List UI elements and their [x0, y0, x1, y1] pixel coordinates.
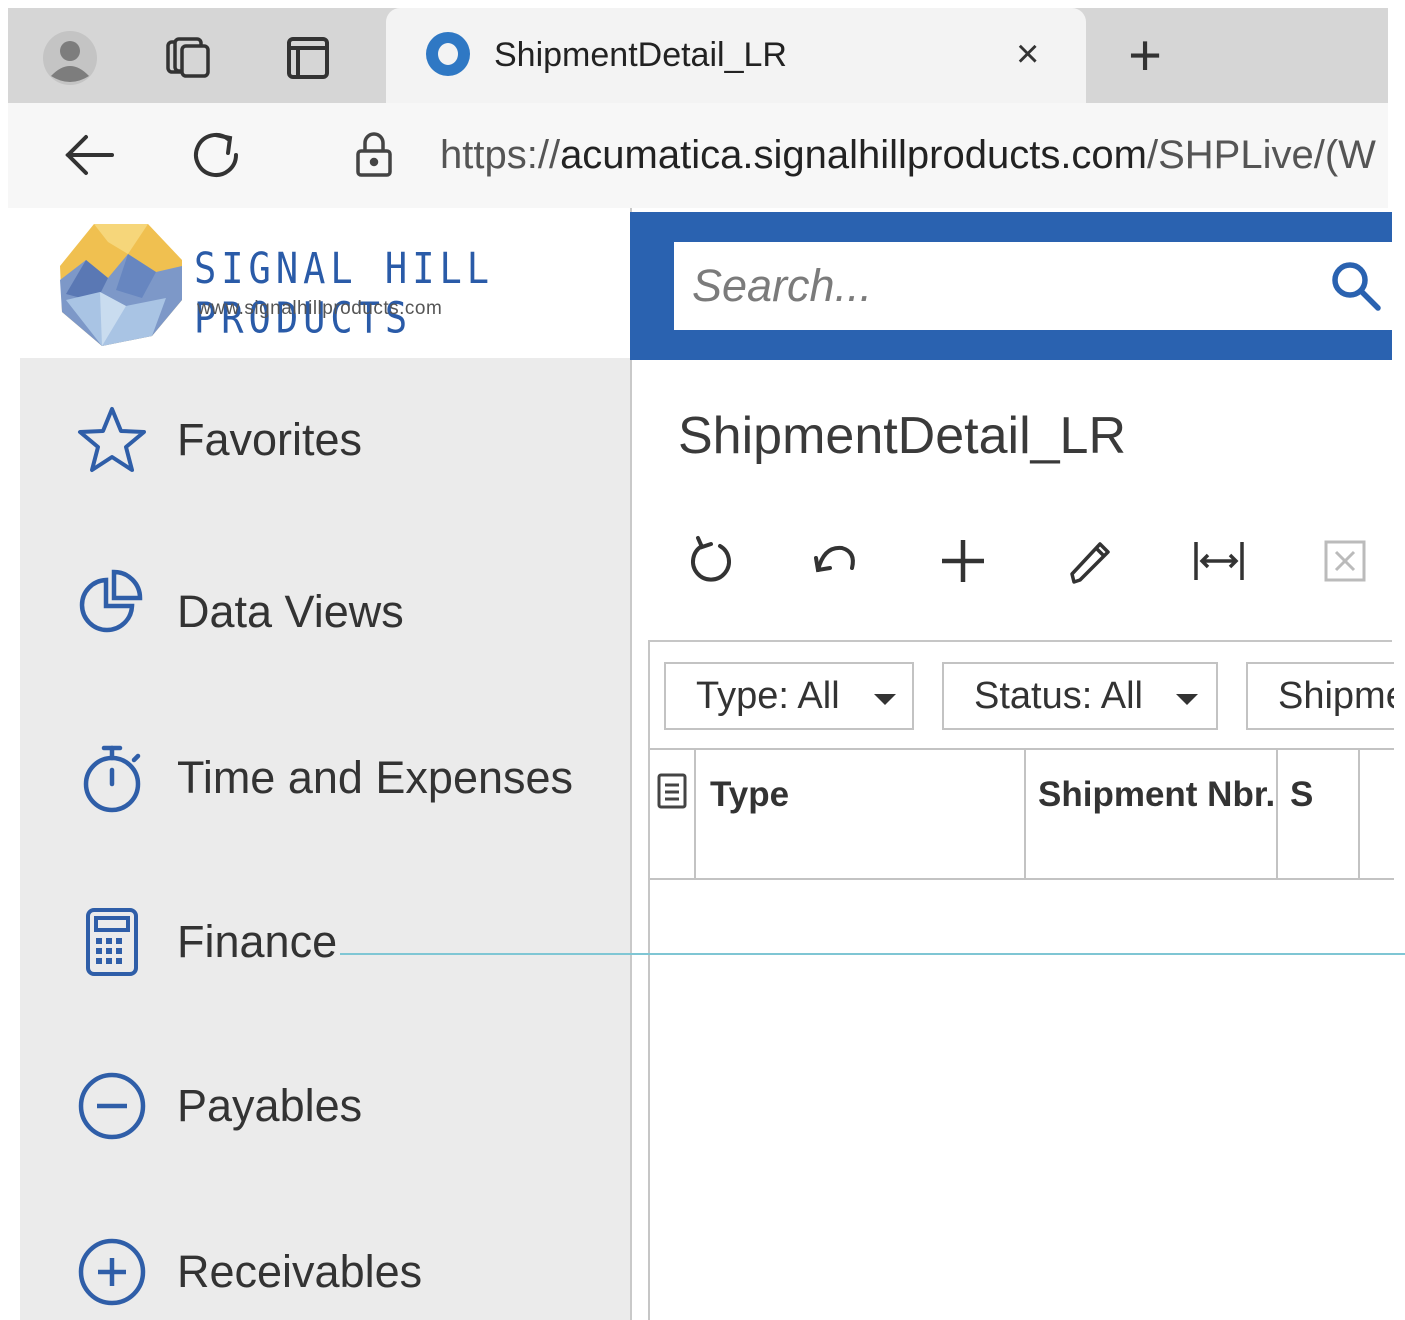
filter-type-dropdown[interactable]: Type: All: [664, 662, 914, 730]
filter-shipment-dropdown[interactable]: Shipme: [1246, 662, 1394, 730]
refresh-icon[interactable]: [680, 530, 742, 592]
chevron-down-icon: [874, 694, 896, 705]
search-box: [674, 242, 1392, 330]
browser-tab-active[interactable]: ShipmentDetail_LR ×: [386, 8, 1086, 103]
column-header-label: S: [1290, 775, 1314, 814]
url-path: /SHPLive/(W: [1147, 133, 1376, 177]
sidebar: SIGNAL HILL PRODUCTS www.signalhillprodu…: [20, 208, 630, 1320]
sidebar-item-finance[interactable]: Finance: [20, 892, 630, 992]
column-header-label: Shipment Nbr.: [1038, 775, 1276, 814]
column-header-type[interactable]: Type: [696, 750, 1026, 878]
logo-name: SIGNAL HILL PRODUCTS: [194, 244, 495, 343]
undo-icon[interactable]: [804, 530, 866, 592]
lock-icon[interactable]: [344, 125, 404, 185]
sidebar-item-label: Receivables: [177, 1246, 423, 1297]
reload-icon[interactable]: [186, 125, 246, 185]
calculator-icon: [76, 906, 148, 978]
sidebar-item-label: Payables: [177, 1080, 363, 1131]
tab-title: ShipmentDetail_LR: [494, 36, 787, 74]
export-excel-icon[interactable]: [1314, 530, 1376, 592]
url-scheme: https://: [440, 133, 561, 177]
column-header-label: Type: [710, 775, 790, 814]
minus-circle-icon: [76, 1070, 148, 1142]
url-host: acumatica.signalhillproducts.com: [560, 133, 1147, 177]
stopwatch-icon: [76, 742, 148, 814]
sidebar-item-label: Time and Expenses: [177, 752, 574, 803]
fit-columns-icon[interactable]: [1188, 530, 1250, 592]
sidebar-item-label: Data Views: [177, 586, 404, 637]
filter-status-dropdown[interactable]: Status: All: [942, 662, 1218, 730]
sidebar-item-label: Finance: [177, 916, 338, 967]
sidebar-item-payables[interactable]: Payables: [20, 1056, 630, 1156]
filter-label: Status: All: [974, 674, 1143, 717]
logo-mountain-icon: [60, 224, 182, 346]
sidebar-item-data-views[interactable]: Data Views: [20, 562, 630, 662]
back-arrow-icon[interactable]: [60, 125, 120, 185]
tab-actions-icon[interactable]: [280, 30, 336, 86]
sidebar-item-favorites[interactable]: Favorites: [20, 390, 630, 490]
address-bar: https://acumatica.signalhillproducts.com…: [8, 103, 1388, 208]
acumatica-favicon-icon: [426, 32, 470, 76]
logo[interactable]: SIGNAL HILL PRODUCTS www.signalhillprodu…: [20, 208, 630, 358]
search-input[interactable]: [674, 242, 1314, 330]
page-title: ShipmentDetail_LR: [678, 407, 1127, 465]
column-header-status[interactable]: S: [1278, 750, 1360, 878]
pie-chart-icon: [76, 566, 148, 638]
edit-icon[interactable]: [1058, 530, 1120, 592]
file-attachment-icon[interactable]: [650, 750, 696, 878]
url-field[interactable]: https://acumatica.signalhillproducts.com…: [440, 133, 1388, 178]
browser-tab-strip: ShipmentDetail_LR × +: [8, 8, 1388, 103]
grid-header: Type Shipment Nbr. S: [650, 748, 1394, 880]
main-content: ShipmentDetail_LR Type: All Status: All …: [630, 208, 1394, 1320]
tab-close-button[interactable]: ×: [1016, 32, 1039, 76]
top-bar: [630, 212, 1392, 360]
chevron-down-icon: [1176, 694, 1198, 705]
scan-artifact-line: [340, 953, 1405, 955]
sidebar-item-receivables[interactable]: Receivables: [20, 1222, 630, 1320]
grid: Type: All Status: All Shipme Type Shipme…: [648, 640, 1394, 1320]
filter-label: Shipme: [1278, 674, 1394, 717]
search-icon[interactable]: [1326, 256, 1386, 316]
sidebar-item-label: Favorites: [177, 414, 363, 465]
new-tab-button[interactable]: +: [1110, 27, 1180, 88]
plus-circle-icon: [76, 1236, 148, 1308]
add-icon[interactable]: [932, 530, 994, 592]
logo-url: www.signalhillproducts.com: [197, 298, 443, 319]
profile-icon[interactable]: [42, 30, 98, 86]
sidebar-item-time-and-expenses[interactable]: Time and Expenses: [20, 728, 630, 828]
star-icon: [76, 404, 148, 476]
column-header-shipment-nbr[interactable]: Shipment Nbr.: [1026, 750, 1278, 878]
filter-label: Type: All: [696, 674, 840, 717]
collections-icon[interactable]: [160, 30, 216, 86]
